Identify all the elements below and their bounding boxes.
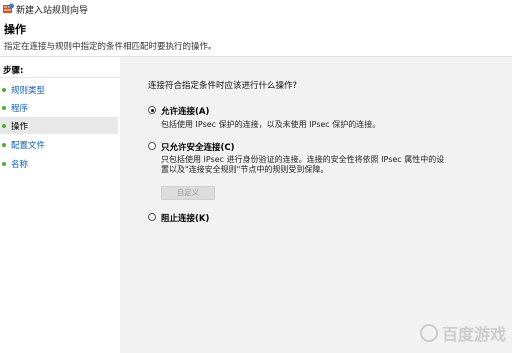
firewall-app-icon [3,3,14,13]
step-label: 配置文件 [11,140,46,151]
step-name[interactable]: 名称 [0,155,118,172]
step-profile[interactable]: 配置文件 [0,136,118,153]
allow-secure-radio[interactable] [148,142,156,150]
block-connection-label[interactable]: 阻止连接(K) [161,212,209,224]
step-bullet-icon [2,105,6,110]
allow-connection-label[interactable]: 允许连接(A) [161,105,209,117]
step-program[interactable]: 程序 [0,99,118,116]
allow-connection-description: 包括使用 IPsec 保护的连接，以及未使用 IPsec 保护的连接。 [161,120,381,129]
step-label: 操作 [11,121,29,132]
step-bullet-icon [2,161,6,166]
step-label: 程序 [11,103,29,114]
step-bullet-icon [2,87,6,92]
step-label: 名称 [11,159,29,170]
action-content-panel: 连接符合指定条件时应该进行什么操作? 允许连接(A) 包括使用 IPsec 保护… [120,57,512,353]
page-description: 指定在连接与规则中指定的条件相匹配时要执行的操作。 [4,42,217,52]
allow-connection-radio[interactable] [148,106,156,114]
steps-divider [0,77,120,78]
block-connection-radio[interactable] [148,213,156,221]
steps-header: 步骤: [3,66,24,76]
window-title: 新建入站规则向导 [16,6,89,16]
title-bar: 新建入站规则向导 [0,0,512,18]
step-rule-type[interactable]: 规则类型 [0,81,118,98]
action-question: 连接符合指定条件时应该进行什么操作? [148,81,298,91]
step-action[interactable]: 操作 [0,117,118,134]
watermark: 百度游戏 [419,321,506,345]
watermark-logo-icon [419,324,438,342]
step-label: 规则类型 [11,85,46,96]
page-title: 操作 [4,23,26,36]
allow-secure-label[interactable]: 只允许安全连接(C) [161,141,235,153]
steps-panel: 步骤: 规则类型 程序 操作 配置文件 名称 [0,57,120,353]
allow-secure-description-line2: 置以及"连接安全规则"节点中的规则受到保障。 [161,165,329,174]
step-bullet-icon [2,123,6,128]
allow-secure-description-line1: 只包括使用 IPsec 进行身份验证的连接。连接的安全性将依照 IPsec 属性… [161,155,445,164]
watermark-text: 百度游戏 [441,325,506,344]
step-bullet-icon [2,142,6,147]
customize-button[interactable]: 自定义 [161,186,215,200]
